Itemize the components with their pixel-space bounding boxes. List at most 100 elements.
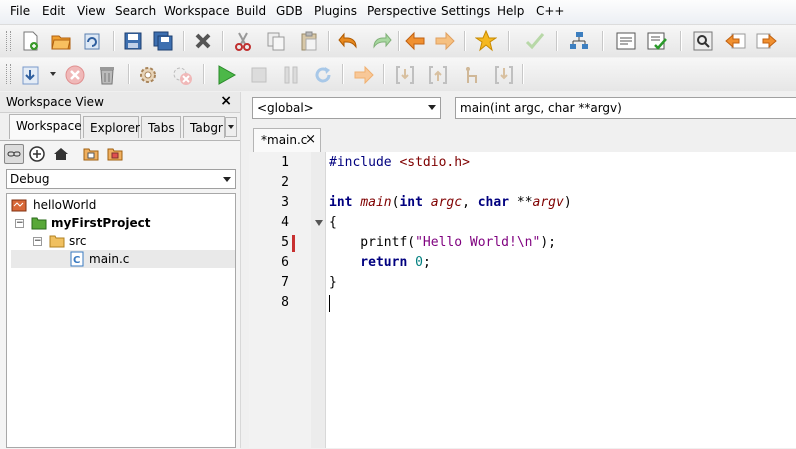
- tree-workspace-label: helloWorld: [33, 198, 97, 212]
- collapse-toggle-icon[interactable]: −: [33, 237, 42, 246]
- menu-help[interactable]: Help: [497, 4, 524, 18]
- keyword: char: [477, 195, 510, 210]
- tab-tabs[interactable]: Tabs: [141, 116, 181, 138]
- debug-pause-icon[interactable]: [279, 63, 303, 87]
- fold-margin[interactable]: [311, 152, 326, 448]
- menu-gdb[interactable]: GDB: [276, 4, 303, 18]
- toolbar-grip[interactable]: [6, 64, 11, 84]
- toolbar-separator: [328, 31, 330, 51]
- menu-edit[interactable]: Edit: [42, 4, 65, 18]
- cut-icon[interactable]: [231, 29, 255, 53]
- save-icon[interactable]: [121, 29, 145, 53]
- menu-workspace[interactable]: Workspace: [164, 4, 230, 18]
- toolbar-separator: [342, 64, 344, 84]
- debug-start-icon[interactable]: [214, 63, 238, 87]
- bookmark-star-icon[interactable]: [474, 29, 498, 53]
- link-editor-icon[interactable]: [4, 144, 24, 164]
- fold-toggle-icon[interactable]: [315, 220, 323, 226]
- debug-restart-icon[interactable]: [311, 63, 335, 87]
- tabs-overflow-button[interactable]: [225, 117, 237, 137]
- workspace-view-title: Workspace View: [6, 95, 104, 109]
- outline-tree-icon[interactable]: [567, 29, 591, 53]
- param-name: argv: [532, 195, 564, 210]
- open-folder-icon[interactable]: [49, 29, 73, 53]
- clean-trash-icon[interactable]: [95, 63, 119, 87]
- reload-icon[interactable]: [80, 29, 104, 53]
- scope-combo[interactable]: <global>: [252, 97, 441, 119]
- code-line-6: return 0;: [329, 255, 431, 270]
- prev-bookmark-icon[interactable]: [724, 29, 748, 53]
- toolbar-separator: [602, 31, 604, 51]
- step-out-icon[interactable]: [426, 63, 450, 87]
- save-all-icon[interactable]: [151, 29, 175, 53]
- menu-build[interactable]: Build: [236, 4, 266, 18]
- close-file-icon[interactable]: [191, 29, 215, 53]
- find-icon[interactable]: [691, 29, 715, 53]
- chevron-down-icon[interactable]: [50, 72, 56, 76]
- tree-file-node[interactable]: C main.c: [11, 250, 235, 268]
- toolbar-grip[interactable]: [6, 31, 11, 51]
- build-configuration-value: Debug: [10, 172, 50, 186]
- tab-tabgroups[interactable]: Tabgr: [183, 116, 225, 138]
- c-file-icon: C: [70, 251, 84, 267]
- param-name: argc: [430, 195, 463, 210]
- show-next-statement-icon[interactable]: [352, 63, 376, 87]
- paste-icon[interactable]: [297, 29, 321, 53]
- undo-icon[interactable]: [337, 29, 361, 53]
- build-workspace-icon[interactable]: [137, 63, 161, 87]
- build-configuration-select[interactable]: Debug: [6, 169, 236, 189]
- build-dropdown-icon[interactable]: [19, 63, 43, 87]
- line-number: 4: [281, 215, 289, 230]
- home-icon[interactable]: [52, 145, 70, 166]
- tab-explorer[interactable]: Explorer: [83, 116, 140, 138]
- goto-active-icon[interactable]: [106, 145, 124, 166]
- workspace-icon: [11, 199, 27, 212]
- build-toolbar: [0, 58, 796, 91]
- keyword: return: [329, 255, 408, 270]
- chevron-down-icon: [223, 177, 231, 182]
- tab-workspace[interactable]: Workspace: [9, 114, 82, 139]
- menu-file[interactable]: File: [10, 4, 30, 18]
- next-line-icon[interactable]: [492, 63, 516, 87]
- menu-settings[interactable]: Settings: [441, 4, 490, 18]
- collapse-all-icon[interactable]: [82, 145, 100, 166]
- new-file-icon[interactable]: [18, 29, 42, 53]
- output-pane-icon[interactable]: [614, 29, 638, 53]
- check-icon[interactable]: [523, 29, 547, 53]
- back-arrow-icon[interactable]: [403, 29, 427, 53]
- editor-tab-label: *main.c: [261, 133, 308, 147]
- svg-text:C: C: [73, 255, 80, 266]
- workspace-tree[interactable]: helloWorld − myFirstProject − src C main…: [6, 193, 236, 448]
- editor-tab-main-c[interactable]: *main.c ×: [253, 128, 321, 152]
- next-bookmark-icon[interactable]: [754, 29, 778, 53]
- panel-splitter[interactable]: [240, 92, 249, 448]
- forward-arrow-icon[interactable]: [433, 29, 457, 53]
- stop-workspace-icon[interactable]: [170, 63, 194, 87]
- workspace-tabs: Workspace Explorer Tabs Tabgr: [0, 114, 240, 140]
- line-number: 2: [281, 175, 289, 190]
- step-instruction-icon[interactable]: [459, 63, 483, 87]
- code-editor[interactable]: 1 2 3 4 5 6 7 8 #include <stdio.h> int m…: [249, 152, 796, 448]
- paren: ): [563, 195, 572, 210]
- stop-build-icon[interactable]: [63, 63, 87, 87]
- statement-end: ;: [422, 255, 431, 270]
- function-combo[interactable]: main(int argc, char **argv): [455, 97, 796, 119]
- menu-plugins[interactable]: Plugins: [314, 4, 357, 18]
- menu-cpp[interactable]: C++: [536, 4, 565, 18]
- menu-search[interactable]: Search: [115, 4, 156, 18]
- copy-icon[interactable]: [264, 29, 288, 53]
- chevron-down-icon: [228, 125, 234, 129]
- add-project-icon[interactable]: [28, 145, 46, 166]
- close-tab-icon[interactable]: ×: [305, 129, 316, 151]
- tree-file-label: main.c: [89, 252, 130, 266]
- toolbar-separator: [398, 31, 400, 51]
- collapse-toggle-icon[interactable]: −: [15, 219, 24, 228]
- close-panel-icon[interactable]: ×: [220, 93, 232, 109]
- redo-icon[interactable]: [369, 29, 393, 53]
- step-in-icon[interactable]: [393, 63, 417, 87]
- text-cursor: [329, 295, 330, 312]
- build-check-icon[interactable]: [645, 29, 669, 53]
- menu-perspective[interactable]: Perspective: [367, 4, 437, 18]
- debug-stop-icon[interactable]: [247, 63, 271, 87]
- menu-view[interactable]: View: [77, 4, 105, 18]
